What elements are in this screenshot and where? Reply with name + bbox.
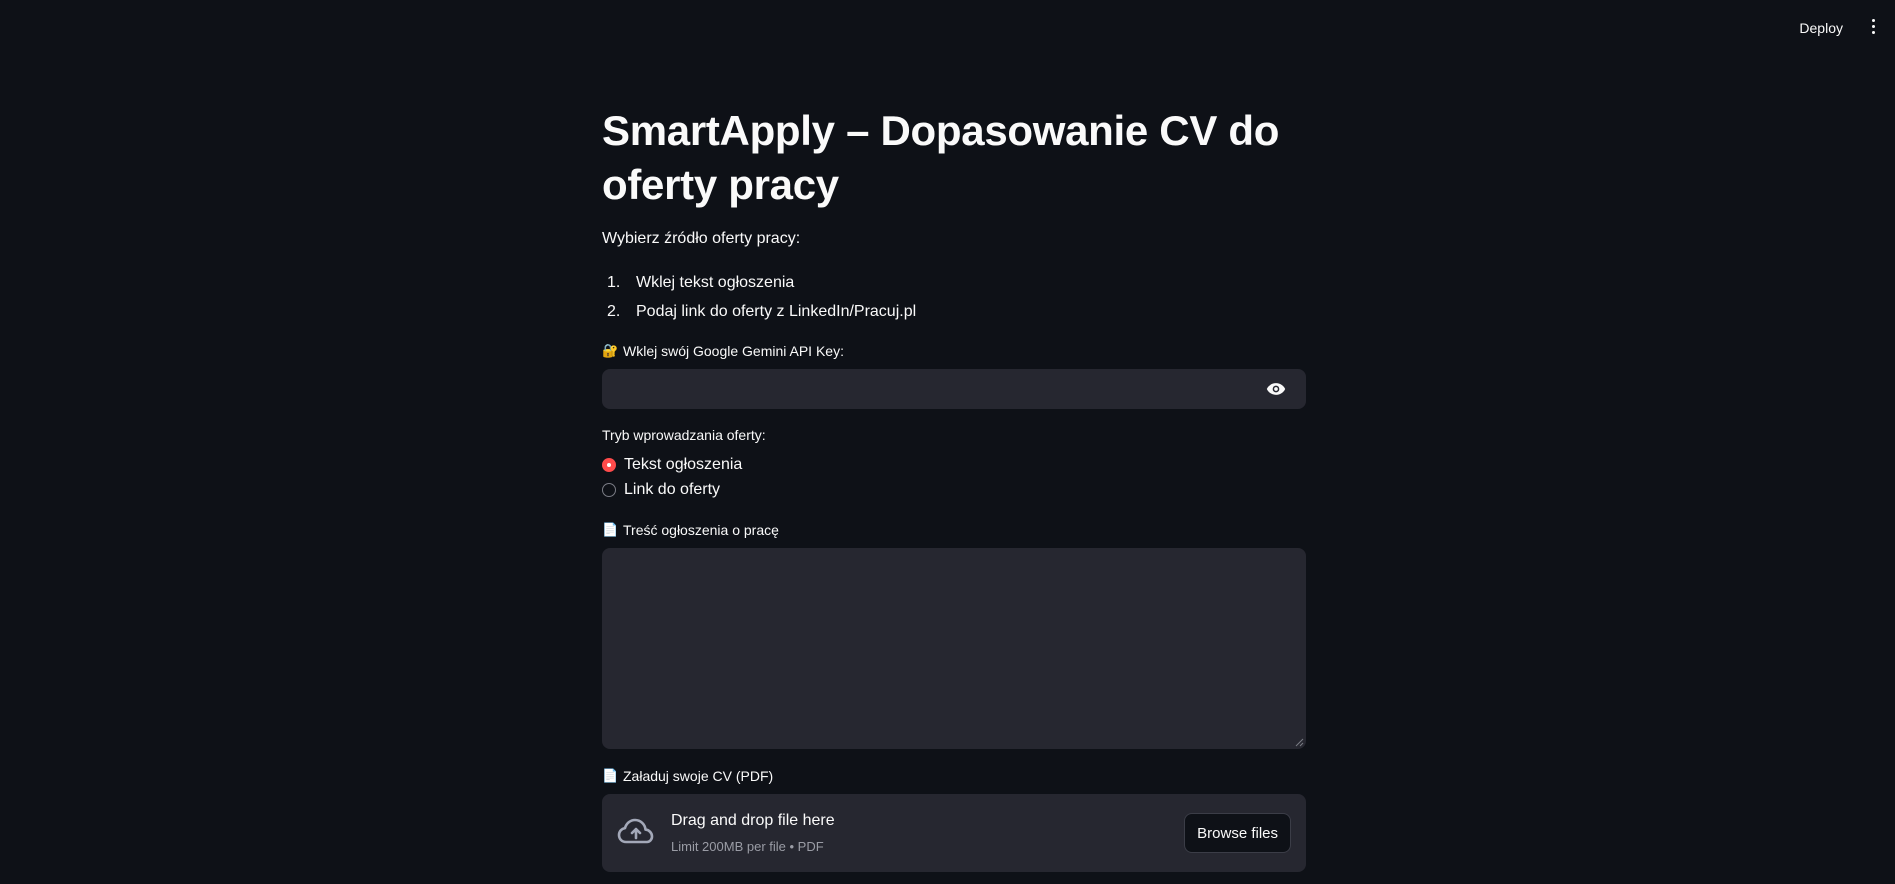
radio-option-text[interactable]: Tekst ogłoszenia — [602, 456, 742, 474]
job-text-label: 📄 Treść ogłoszenia o pracę — [602, 522, 779, 538]
intro-text: Wybierz źródło oferty pracy: — [602, 230, 801, 247]
step-number: 1. — [607, 274, 621, 291]
file-dropzone[interactable]: Drag and drop file here Limit 200MB per … — [602, 794, 1306, 872]
lock-key-icon: 🔐 — [602, 343, 619, 358]
browse-files-button[interactable]: Browse files — [1184, 813, 1291, 853]
radio-selected-icon[interactable] — [602, 458, 616, 472]
job-text-field — [602, 548, 1306, 749]
list-item: 2. Podaj link do oferty z LinkedIn/Pracu… — [602, 297, 916, 326]
api-key-field — [602, 369, 1306, 409]
dropzone-limit: Limit 200MB per file • PDF — [671, 839, 824, 854]
cv-upload-label-text: Załaduj swoje CV (PDF) — [623, 768, 774, 784]
api-key-input[interactable] — [602, 369, 1266, 409]
kebab-menu-icon[interactable] — [1861, 14, 1885, 38]
dropzone-title: Drag and drop file here — [671, 812, 835, 829]
radio-label: Tekst ogłoszenia — [624, 456, 743, 473]
radio-option-link[interactable]: Link do oferty — [602, 481, 720, 499]
resize-handle-icon[interactable] — [1295, 738, 1304, 747]
page-title: SmartApply – Dopasowanie CV do oferty pr… — [602, 107, 1280, 208]
menu-dot — [1871, 24, 1875, 28]
menu-dot — [1871, 18, 1875, 22]
document-icon: 📄 — [602, 768, 619, 783]
cv-upload-label: 📄 Załaduj swoje CV (PDF) — [602, 768, 773, 784]
deploy-button[interactable]: Deploy — [1791, 16, 1851, 40]
steps-list: 1. Wklej tekst ogłoszenia 2. Podaj link … — [602, 268, 916, 326]
radio-unselected-icon[interactable] — [602, 483, 616, 497]
menu-dot — [1871, 30, 1875, 34]
radio-label: Link do oferty — [624, 481, 721, 498]
job-text-label-text: Treść ogłoszenia o pracę — [623, 522, 779, 538]
step-text: Podaj link do oferty z LinkedIn/Pracuj.p… — [636, 303, 917, 320]
list-item: 1. Wklej tekst ogłoszenia — [602, 268, 916, 297]
cloud-upload-icon — [617, 818, 654, 844]
job-text-textarea[interactable] — [602, 548, 1306, 748]
mode-label: Tryb wprowadzania oferty: — [602, 427, 766, 443]
app-header: Deploy — [0, 0, 1895, 54]
api-key-label: 🔐 Wklej swój Google Gemini API Key: — [602, 343, 844, 359]
document-icon: 📄 — [602, 522, 619, 537]
api-key-label-text: Wklej swój Google Gemini API Key: — [623, 343, 844, 359]
step-number: 2. — [607, 303, 621, 320]
eye-icon[interactable] — [1266, 381, 1286, 397]
step-text: Wklej tekst ogłoszenia — [636, 274, 795, 291]
